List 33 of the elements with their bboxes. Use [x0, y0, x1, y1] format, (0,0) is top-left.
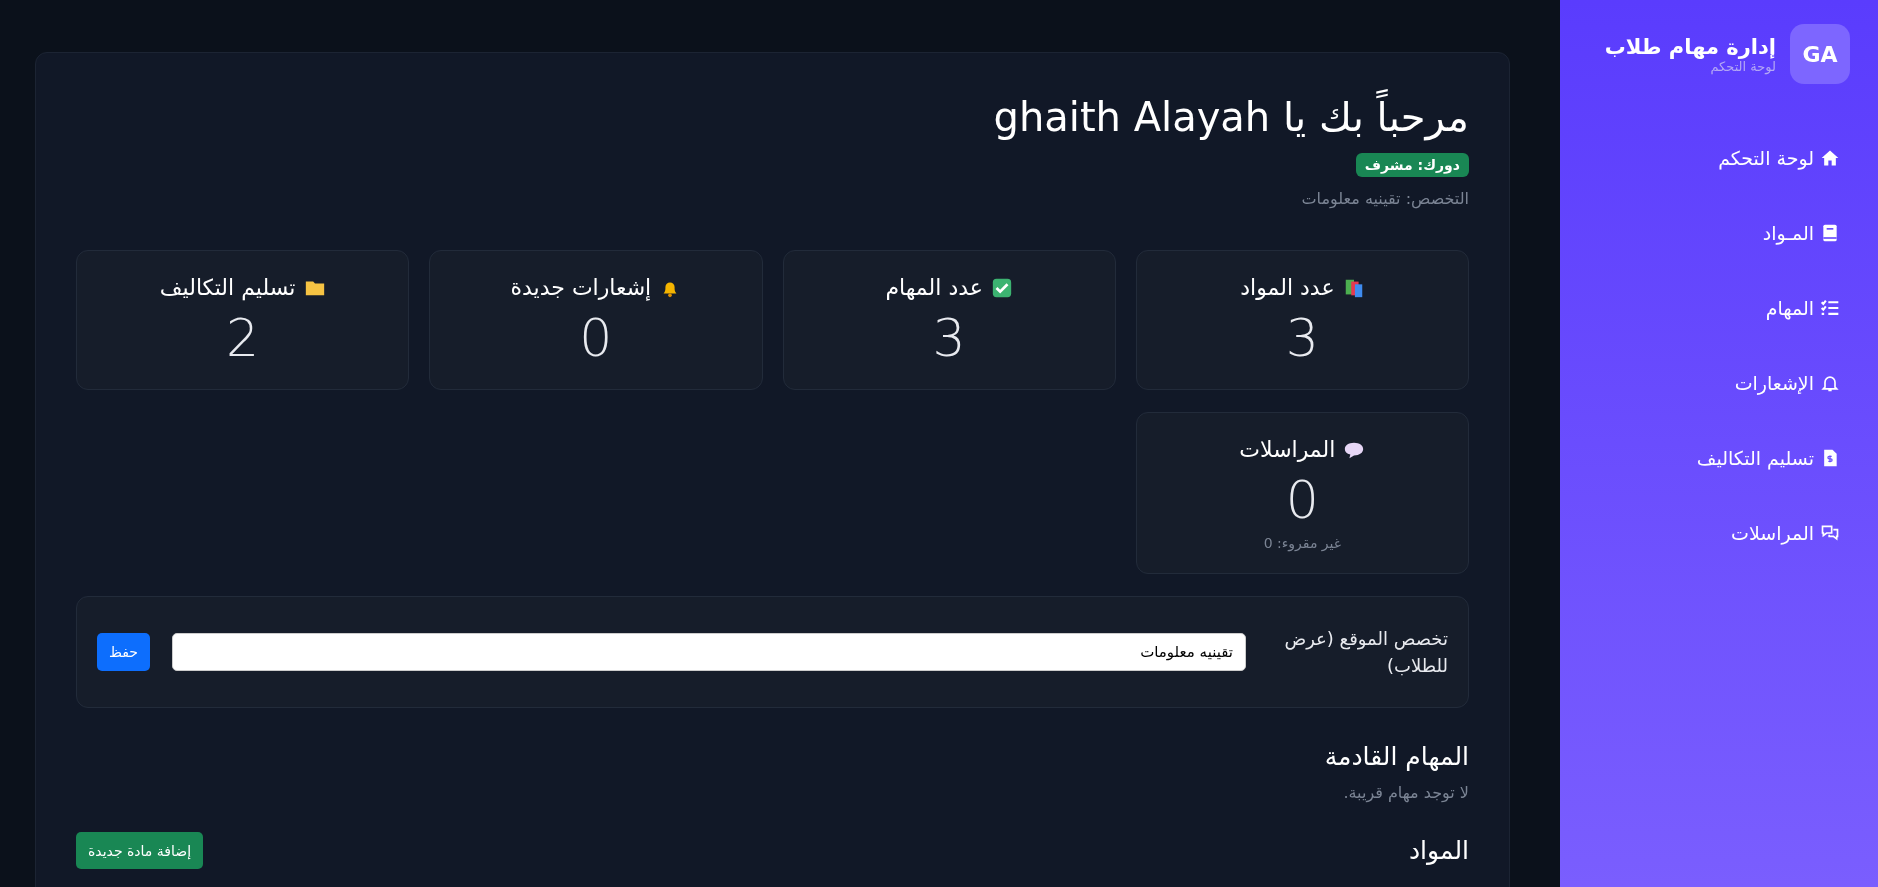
stat-label: المراسلات — [1239, 437, 1336, 463]
nav-link[interactable]: لوحة التحكم — [1580, 120, 1850, 195]
stat-value: 3 — [1285, 310, 1319, 368]
welcome-heading: مرحباً بك يا ghaith Alayah — [76, 91, 1469, 143]
stat-label: تسليم التكاليف — [159, 275, 296, 300]
specialty-text: التخصص: تقينيه معلومات — [1300, 189, 1469, 208]
nav-link[interactable]: المراسلات — [1580, 495, 1850, 570]
section-heading: المواد — [1409, 836, 1469, 866]
nav-link[interactable]: تسليم التكاليف — [1580, 420, 1850, 495]
stat-value: 0 — [579, 310, 613, 368]
stat-label: إشعارات جديدة — [510, 275, 652, 300]
nav-link[interactable]: المهام — [1580, 270, 1850, 345]
field-label: تخصص الموقع (عرض للطلاب) — [1283, 627, 1448, 679]
stat-value: 0 — [1285, 472, 1319, 530]
nav-link[interactable]: المـواد — [1580, 195, 1850, 270]
add-material-button[interactable]: إضافة مادة جديدة — [76, 832, 204, 870]
stat-value: 3 — [932, 310, 966, 368]
unread-count: غير مقروء: 0 — [1263, 535, 1342, 552]
role-badge: دورك: مشرف — [1355, 153, 1469, 177]
nav-link[interactable]: الإشعارات — [1580, 345, 1850, 420]
avatar: GA — [1790, 24, 1850, 84]
stat-label: عدد المهام — [885, 275, 983, 300]
check-icon — [990, 276, 1013, 299]
app-title: إدارة مهام طلاب — [1604, 34, 1776, 59]
stat-value: 2 — [226, 310, 260, 368]
save-button[interactable]: حفظ — [97, 633, 151, 672]
stat-label: عدد المواد — [1240, 275, 1335, 300]
checklist-icon — [1820, 297, 1840, 318]
specialty-input[interactable]: تقينيه معلومات — [172, 633, 1246, 672]
book-icon — [1820, 222, 1840, 243]
empty-message: لا توجد مهام قريبة. — [1342, 783, 1469, 803]
app-subtitle: لوحة التحكم — [1710, 58, 1776, 74]
section-heading: المهام القادمة — [1323, 742, 1469, 772]
